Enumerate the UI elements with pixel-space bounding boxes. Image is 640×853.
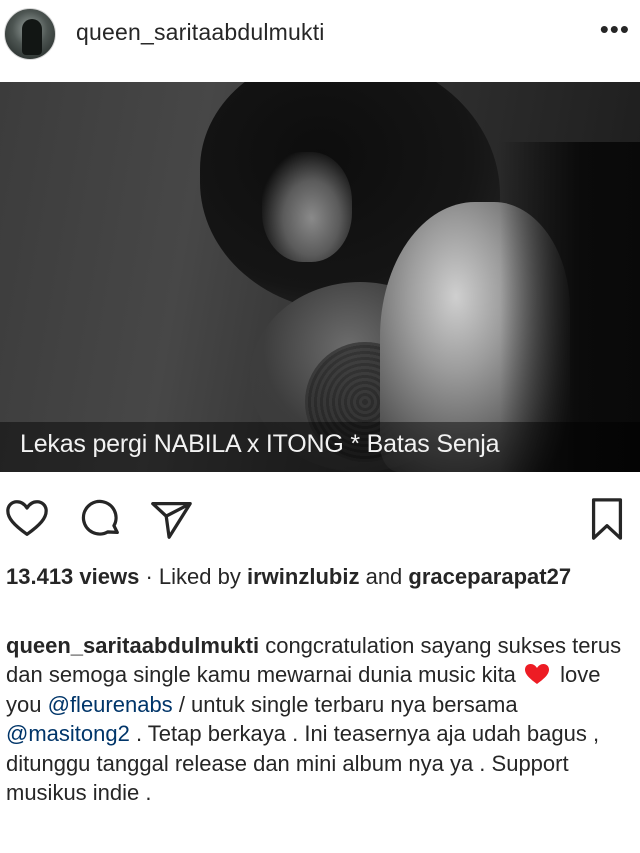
- like-button[interactable]: [4, 496, 50, 542]
- view-count[interactable]: 13.413 views: [6, 564, 139, 589]
- comment-button[interactable]: [78, 496, 124, 542]
- liked-by-other-user[interactable]: graceparapat27: [408, 564, 571, 589]
- avatar[interactable]: [4, 8, 56, 60]
- red-heart-icon: [524, 663, 550, 685]
- post-caption: queen_saritaabdulmukti congcratulation s…: [6, 631, 636, 807]
- caption-username[interactable]: queen_saritaabdulmukti: [6, 633, 259, 658]
- avatar-figure: [22, 19, 42, 55]
- liked-by-prefix: Liked by: [158, 564, 241, 589]
- likes-line: 13.413 views · Liked by irwinzlubiz and …: [6, 562, 636, 591]
- caption-text-3: / untuk single terbaru nya bersama: [178, 691, 518, 717]
- liked-by-and: and: [365, 564, 403, 589]
- separator: ·: [145, 564, 153, 589]
- media-face: [262, 152, 352, 262]
- share-button[interactable]: [148, 496, 194, 542]
- comment-icon: [81, 499, 119, 536]
- save-button[interactable]: [584, 496, 630, 542]
- action-bar: [0, 472, 640, 560]
- mention-link[interactable]: @masitong2: [6, 721, 130, 746]
- liked-by-user[interactable]: irwinzlubiz: [247, 564, 359, 589]
- bookmark-icon: [591, 498, 623, 540]
- post-media[interactable]: Lekas pergi NABILA x ITONG * Batas Senja: [0, 82, 640, 472]
- post-username[interactable]: queen_saritaabdulmukti: [76, 19, 325, 46]
- media-caption-text: Lekas pergi NABILA x ITONG * Batas Senja: [20, 430, 500, 458]
- post-header: queen_saritaabdulmukti •••: [0, 0, 640, 82]
- mention-link[interactable]: @fleurenabs: [48, 692, 173, 717]
- send-icon: [151, 502, 192, 539]
- heart-icon: [6, 500, 48, 536]
- more-options-icon[interactable]: •••: [600, 16, 630, 42]
